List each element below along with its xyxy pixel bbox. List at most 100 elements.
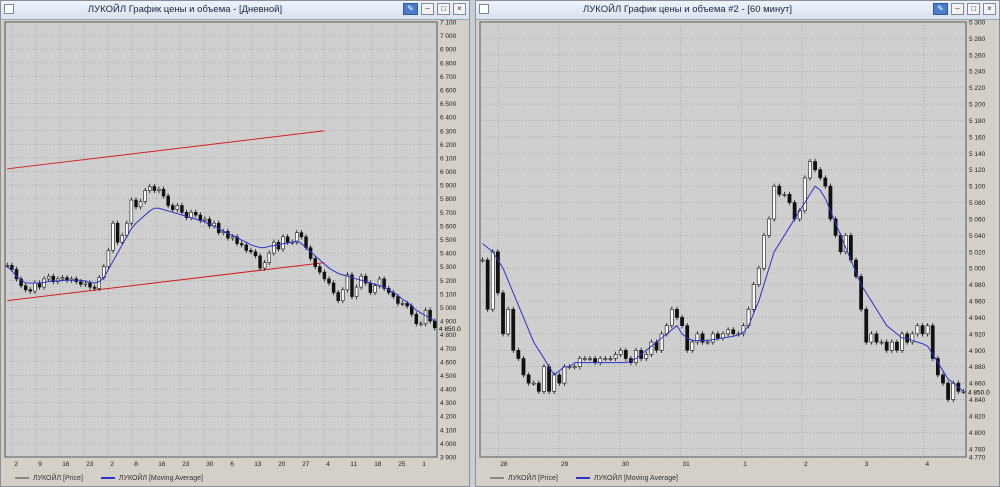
candle-body [42, 278, 46, 288]
candle-body [258, 255, 262, 269]
y-tick-label: 6 400 [440, 115, 457, 122]
candle-body [115, 222, 120, 243]
y-tick-label: 4 600 [440, 359, 457, 366]
x-tick-label: 25 [398, 461, 406, 468]
candle-body [557, 374, 562, 384]
legend-label: ЛУКОЙЛ [Moving Average] [118, 474, 203, 482]
x-tick-label: 27 [302, 461, 310, 468]
candle-body [83, 282, 88, 285]
y-tick-label: 6 800 [440, 60, 457, 67]
y-tick-label: 5 300 [440, 264, 457, 271]
maximize-button[interactable]: □ [437, 3, 450, 15]
hourly-plot-area[interactable]: 5 300 5 280 5 260 5 240 5 220 5 200 5 180 5 160… [476, 20, 999, 486]
candle-body [889, 341, 894, 351]
y-tick-label: 6 600 [440, 87, 457, 94]
legend-item-ma: ЛУКОЙЛ [Moving Average] [100, 474, 203, 482]
candle-body [531, 382, 536, 385]
y-tick-label: 4 840 [969, 397, 986, 404]
x-tick-label: 4 [925, 461, 929, 468]
close-button[interactable]: × [983, 3, 996, 15]
candle-body [623, 350, 628, 359]
candle-body [5, 265, 10, 267]
pin-icon[interactable]: ✎ [403, 3, 418, 15]
candle-body [253, 251, 258, 257]
candle-body [129, 199, 134, 224]
legend-item-price: ЛУКОЙЛ [Price] [15, 475, 83, 482]
candle-body [432, 320, 437, 329]
candle-body [111, 222, 115, 251]
candle-body [276, 241, 281, 250]
close-button[interactable]: × [453, 3, 466, 15]
y-tick-label: 4 700 [440, 346, 457, 353]
y-tick-label: 6 500 [440, 101, 457, 108]
candle-body [299, 232, 304, 238]
hourly-chart-window: ЛУКОЙЛ График цены и объема #2 - [60 мин… [475, 0, 1000, 487]
candle-body [396, 296, 400, 304]
candle-body [516, 350, 521, 359]
candle-body [782, 194, 787, 196]
candle-body [341, 289, 345, 301]
candle-body [582, 358, 587, 360]
candle-body [244, 244, 249, 251]
candle-body [562, 366, 567, 384]
candle-body [480, 259, 485, 262]
candle-body [345, 274, 350, 291]
candle-body [941, 374, 945, 384]
candle-body [262, 262, 267, 269]
candle-body [572, 366, 577, 369]
y-tick-label: 6 900 [440, 47, 457, 54]
maximize-button[interactable]: □ [967, 3, 980, 15]
candle-body [552, 374, 557, 392]
candle-body [603, 358, 608, 360]
candle-body [92, 286, 97, 289]
candle-body [28, 289, 33, 292]
candle-body [731, 329, 736, 335]
x-tick-label: 3 [865, 461, 869, 468]
legend-label: ЛУКОЙЛ [Price] [508, 474, 558, 482]
candle-body [690, 341, 695, 351]
y-tick-label: 5 180 [969, 118, 986, 125]
candle-body [166, 195, 170, 206]
candle-body [608, 358, 613, 360]
y-tick-label: 4 880 [969, 364, 986, 371]
minimize-button[interactable]: – [951, 3, 964, 15]
y-tick-label: 5 500 [440, 237, 457, 244]
legend-item-ma: ЛУКОЙЛ [Moving Average] [575, 474, 678, 482]
x-tick-label: 13 [254, 461, 262, 468]
candle-body [143, 190, 147, 202]
y-tick-label: 5 060 [969, 216, 986, 223]
candle-body [193, 212, 198, 216]
candle-body [506, 308, 511, 335]
candle-body [304, 236, 308, 248]
candle-body [884, 341, 889, 351]
y-tick-label: 5 100 [440, 291, 457, 298]
candle-body [649, 341, 654, 355]
candle-body [134, 199, 138, 208]
x-tick-label: 29 [561, 461, 569, 468]
candle-body [864, 308, 869, 343]
x-tick-label: 4 [326, 461, 330, 468]
window-title: ЛУКОЙЛ График цены и объема - [Дневной] [87, 4, 283, 15]
candle-body [900, 333, 904, 351]
y-tick-label: 5 220 [969, 85, 986, 92]
y-tick-label: 5 100 [969, 184, 986, 191]
minimize-button[interactable]: – [421, 3, 434, 15]
daily-plot-area[interactable]: 7 100 7 000 6 900 6 800 6 700 6 600 6 500 6 400… [1, 20, 469, 486]
candle-body [751, 284, 756, 310]
candle-body [536, 382, 541, 392]
legend-label: ЛУКОЙЛ [Moving Average] [593, 474, 678, 482]
candle-body [359, 275, 363, 288]
x-tick-label: 18 [374, 461, 382, 468]
candle-body [726, 329, 731, 335]
candle-body [400, 303, 405, 305]
y-tick-label: 6 100 [440, 155, 457, 162]
x-tick-label: 8 [134, 461, 138, 468]
candle-body [423, 309, 428, 325]
candle-body [249, 250, 253, 253]
y-tick-label: 5 040 [969, 233, 986, 240]
x-tick-label: 30 [206, 461, 214, 468]
candle-body [787, 194, 792, 203]
pin-icon[interactable]: ✎ [933, 3, 948, 15]
candle-body [354, 286, 359, 297]
x-tick-label: 30 [622, 461, 630, 468]
